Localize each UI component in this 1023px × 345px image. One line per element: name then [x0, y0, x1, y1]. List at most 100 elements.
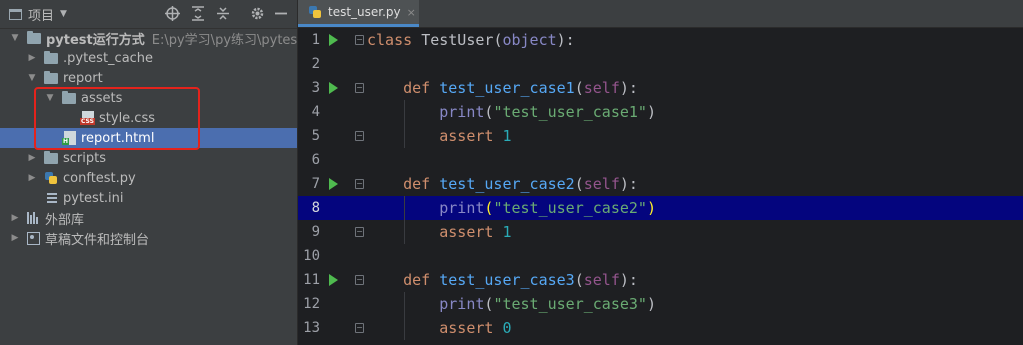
line-number: 13 [303, 320, 320, 336]
code-line: 10 [298, 244, 1023, 268]
chevron-right-icon[interactable]: ▶ [10, 213, 20, 223]
chevron-right-icon[interactable]: ▶ [27, 53, 37, 63]
expand-all-icon[interactable] [190, 6, 206, 22]
tree-item-report[interactable]: ▼ report [0, 68, 297, 88]
line-number: 2 [311, 56, 320, 72]
tree-item-label: assets [81, 90, 123, 106]
line-number: 6 [311, 152, 320, 168]
run-icon[interactable] [329, 178, 338, 190]
dropdown-arrow-icon[interactable]: ▼ [60, 9, 67, 19]
html-file-icon: H [62, 131, 76, 145]
code-line: 7 − def test_user_case2(self): [298, 172, 1023, 196]
current-code-line: 8 print("test_user_case2") [298, 196, 1023, 220]
tree-item-root[interactable]: ▼ pytest运行方式E:\py学习\py练习\pytest练习 [0, 28, 297, 48]
run-icon[interactable] [329, 34, 338, 46]
library-icon [27, 212, 41, 224]
code-text: class TestUser(object): [367, 31, 575, 49]
tree-item-pytest-ini[interactable]: pytest.ini [0, 188, 297, 208]
css-file-icon: CSS [80, 111, 95, 125]
tree-item-label: .pytest_cache [63, 50, 154, 66]
line-number: 3 [311, 80, 320, 96]
python-file-icon [308, 5, 322, 19]
line-number: 9 [311, 224, 320, 240]
tree-item-pytest-cache[interactable]: ▶ .pytest_cache [0, 48, 297, 68]
run-icon[interactable] [329, 274, 338, 286]
code-text: def test_user_case3(self): [403, 271, 638, 289]
chevron-right-icon[interactable]: ▶ [10, 233, 20, 243]
tree-item-label: report [63, 70, 103, 86]
folder-icon [44, 151, 58, 164]
code-line: 11 − def test_user_case3(self): [298, 268, 1023, 292]
chevron-down-icon[interactable]: ▼ [10, 33, 20, 43]
collapse-all-icon[interactable] [215, 6, 231, 22]
tree-item-conftest[interactable]: ▶ conftest.py [0, 168, 297, 188]
code-text: assert 1 [439, 223, 512, 241]
line-number: 10 [303, 248, 320, 264]
chevron-right-icon[interactable]: ▶ [27, 153, 37, 163]
fold-end-marker-icon[interactable]: − [355, 131, 364, 141]
python-file-icon [44, 171, 58, 185]
fold-end-marker-icon[interactable]: − [355, 227, 364, 237]
ide-window: 项目 ▼ ▼ pytest运行方式 E:\py学习\py练习\pytes ▶ .… [0, 0, 1023, 345]
folder-icon [27, 31, 41, 44]
tree-item-label: style.css [99, 110, 155, 126]
code-line: 1 − class TestUser(object): [298, 28, 1023, 52]
code-text: assert 0 [439, 319, 512, 337]
run-icon[interactable] [329, 82, 338, 94]
chevron-down-icon[interactable]: ▼ [45, 93, 55, 103]
tree-item-label: conftest.py [63, 170, 136, 186]
tree-item-label: 草稿文件和控制台 [45, 232, 150, 248]
tree-item-assets[interactable]: ▼ assets [0, 88, 297, 108]
code-line: 13 − assert 0 [298, 316, 1023, 340]
chevron-right-icon[interactable]: ▶ [27, 173, 37, 183]
ini-file-icon [47, 193, 57, 205]
code-text: print("test_user_case1") [439, 103, 656, 121]
tree-item-label: 外部库 [45, 212, 85, 228]
code-line: 2 [298, 52, 1023, 76]
folder-icon [44, 71, 58, 84]
tab-test-user-py[interactable]: test_user.py × [298, 0, 419, 27]
line-number: 12 [303, 296, 320, 312]
project-title: 项目 [28, 8, 55, 24]
fold-marker-icon[interactable]: − [355, 275, 364, 285]
line-number: 1 [311, 32, 320, 48]
fold-marker-icon[interactable]: − [355, 83, 364, 93]
folder-icon [62, 91, 76, 104]
code-text: assert 1 [439, 127, 512, 145]
line-number: 4 [311, 104, 320, 120]
tree-item-style-css[interactable]: CSS style.css [0, 108, 297, 128]
gear-icon[interactable] [249, 6, 265, 22]
tree-item-label: report.html [81, 130, 155, 146]
tree-item-report-html[interactable]: H report.html [0, 128, 297, 148]
line-number: 7 [311, 176, 320, 192]
code-line: 9 − assert 1 [298, 220, 1023, 244]
fold-end-marker-icon[interactable]: − [355, 323, 364, 333]
tree-item-label: pytest运行方式E:\py学习\py练习\pytest练习 [46, 32, 297, 48]
tree-item-external-libraries[interactable]: ▶ 外部库 [0, 208, 297, 228]
tab-label: test_user.py [328, 5, 401, 19]
fold-marker-icon[interactable]: − [355, 35, 364, 45]
code-text: def test_user_case2(self): [403, 175, 638, 193]
console-icon [27, 232, 40, 245]
locate-file-icon[interactable] [164, 6, 180, 22]
close-icon[interactable]: × [407, 6, 416, 19]
hide-panel-icon[interactable] [273, 6, 289, 22]
tree-item-label: scripts [63, 150, 106, 166]
line-number: 8 [311, 200, 320, 216]
line-number: 11 [303, 272, 320, 288]
project-toolbar: 项目 ▼ [0, 0, 297, 29]
project-view-selector[interactable]: 项目 ▼ [9, 5, 67, 24]
code-line: 3 − def test_user_case1(self): [298, 76, 1023, 100]
chevron-down-icon[interactable]: ▼ [27, 73, 37, 83]
code-text: print("test_user_case2") [439, 199, 656, 217]
folder-icon [44, 51, 58, 64]
tree-item-scratches[interactable]: ▶ 草稿文件和控制台 [0, 228, 297, 248]
project-panel: 项目 ▼ ▼ pytest运行方式 E:\py学习\py练习\pytes ▶ .… [0, 0, 297, 345]
code-line: 12 print("test_user_case3") [298, 292, 1023, 316]
fold-marker-icon[interactable]: − [355, 179, 364, 189]
line-number: 5 [311, 128, 320, 144]
code-text: print("test_user_case3") [439, 295, 656, 313]
tree-item-scripts[interactable]: ▶ scripts [0, 148, 297, 168]
code-editor[interactable]: 1 − class TestUser(object): 2 3 − def te… [298, 28, 1023, 345]
tree-item-label: pytest.ini [63, 190, 124, 206]
